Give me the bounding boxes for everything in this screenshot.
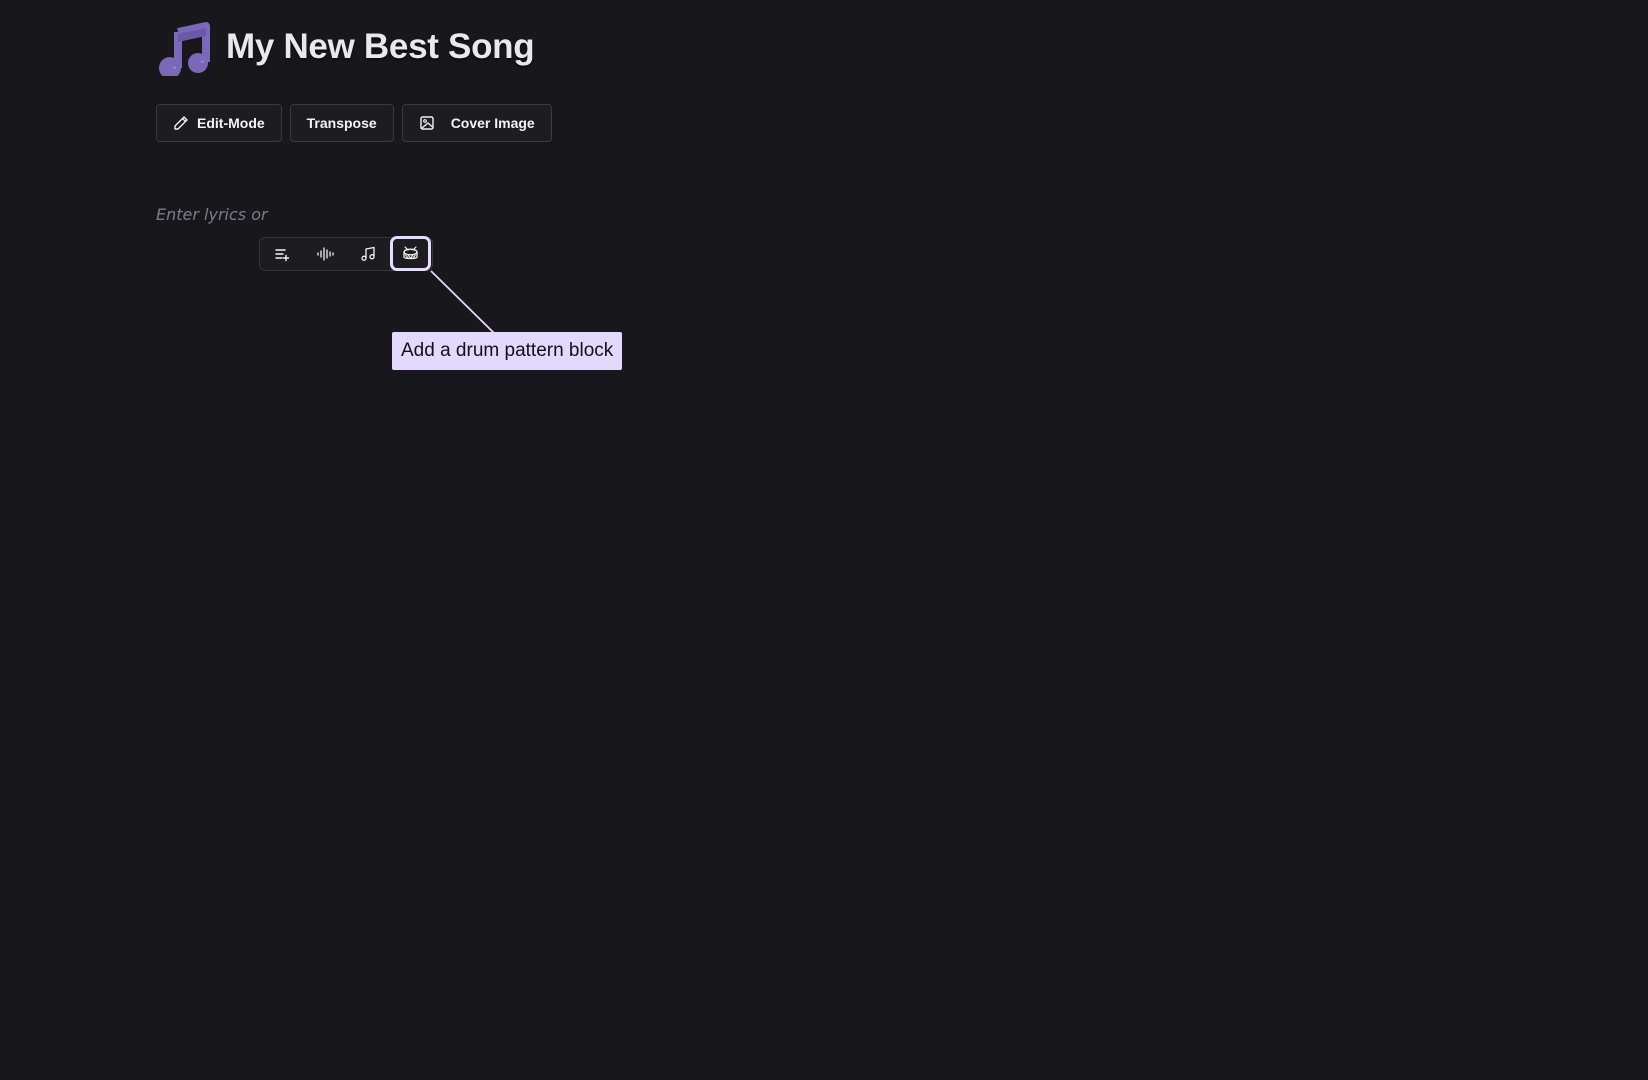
- song-title[interactable]: My New Best Song: [226, 27, 535, 67]
- add-drum-block-button[interactable]: [389, 236, 432, 271]
- edit-mode-label: Edit-Mode: [197, 115, 265, 131]
- song-toolbar: Edit-Mode Transpose Cover Image: [156, 104, 552, 142]
- image-icon: [419, 115, 435, 131]
- tooltip-connector-line: [430, 270, 495, 334]
- transpose-button[interactable]: Transpose: [289, 104, 394, 142]
- audio-waveform-icon: [316, 247, 334, 261]
- text-lines-add-icon: [274, 249, 289, 262]
- add-music-block-button[interactable]: [346, 238, 389, 270]
- music-note-icon: ᴴ ᴴ: [159, 22, 210, 76]
- pencil-icon: [173, 115, 189, 131]
- svg-text:ᴴ: ᴴ: [173, 66, 176, 73]
- block-insert-menu: [259, 236, 433, 271]
- edit-mode-button[interactable]: Edit-Mode: [156, 104, 282, 142]
- song-header: ᴴ ᴴ My New Best Song: [156, 18, 535, 76]
- svg-text:ᴴ: ᴴ: [201, 60, 204, 67]
- add-audio-block-button[interactable]: [303, 238, 346, 270]
- music-notes-icon: [360, 246, 375, 261]
- lyrics-input[interactable]: Enter lyrics or: [156, 205, 268, 224]
- add-text-block-button[interactable]: [260, 238, 303, 270]
- transpose-label: Transpose: [306, 115, 377, 131]
- cover-image-button[interactable]: Cover Image: [401, 104, 552, 142]
- drum-icon: [403, 246, 418, 260]
- cover-image-label: Cover Image: [450, 115, 535, 131]
- tooltip: Add a drum pattern block: [392, 332, 623, 370]
